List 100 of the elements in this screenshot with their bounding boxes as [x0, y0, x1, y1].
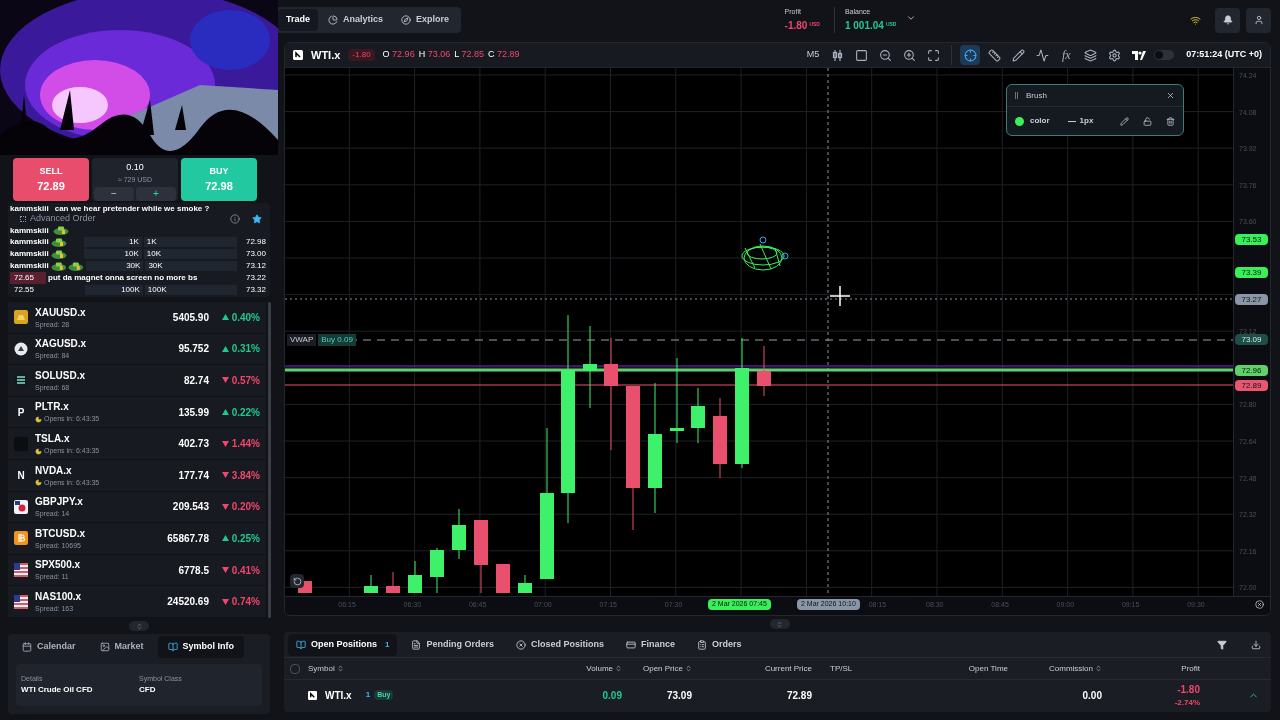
nav-tab[interactable]: Explore — [393, 9, 458, 31]
increment-button[interactable]: + — [136, 187, 176, 201]
nav-tab[interactable]: Analytics — [320, 9, 392, 31]
close-circle-icon[interactable] — [1255, 600, 1264, 609]
zigzag-icon — [1035, 48, 1049, 62]
symbol-price: 135.99 — [177, 405, 209, 420]
column-header[interactable]: Commission — [1008, 662, 1102, 675]
price-tag: 73.09 — [1235, 334, 1268, 345]
column-header[interactable]: Open Price — [622, 662, 692, 675]
bid-volume: 1K — [83, 237, 142, 247]
logo-icon — [1132, 50, 1147, 60]
positions-tab[interactable]: Orders — [689, 633, 750, 656]
fullscreen-icon — [926, 48, 940, 62]
symbol-price: 82.74 — [182, 374, 209, 388]
symbol-change: 0.57% — [231, 374, 260, 388]
ohlc-value: O 72.96 — [382, 48, 415, 62]
price-tag: 73.27 — [1235, 294, 1268, 305]
menu-icon — [20, 216, 26, 222]
ask-volume: 1K — [143, 237, 237, 247]
logo-letter: P — [16, 405, 26, 420]
position-label: Buy 0.09 — [318, 334, 356, 346]
advanced-order-link[interactable]: Advanced Order — [30, 212, 96, 226]
depth-price: 73.12 — [244, 260, 267, 272]
drag-handle-icon[interactable] — [1015, 92, 1018, 99]
depth-price: 72.55 — [13, 284, 36, 296]
account-button[interactable] — [1246, 7, 1271, 33]
emote-icon — [50, 237, 67, 247]
sort-icon — [1095, 665, 1102, 672]
info-icon[interactable] — [230, 214, 240, 224]
info-tab[interactable]: Market — [89, 636, 154, 658]
quantity-value[interactable]: 0.10 — [126, 161, 144, 175]
ohlc-value: C 72.89 — [487, 48, 520, 62]
edit-button[interactable] — [1120, 116, 1129, 126]
emote-icon — [50, 261, 67, 271]
scrollbar[interactable] — [268, 302, 271, 618]
ohlc-value: L 72.85 — [454, 48, 484, 62]
star-icon[interactable] — [252, 214, 262, 224]
document-icon — [411, 639, 422, 650]
logo-letter: N — [16, 468, 26, 483]
line-width-icon — [1067, 120, 1076, 122]
positions-tab[interactable]: Pending Orders — [403, 633, 502, 656]
depth-price: 73.22 — [244, 272, 267, 284]
resize-handle[interactable] — [129, 621, 149, 631]
positions-tab[interactable]: Closed Positions — [508, 633, 612, 656]
calendar-icon — [22, 642, 32, 652]
chat-message: kammskiii can we hear pretender while we smoke ? — [10, 203, 211, 213]
symbol-name: NAS100.x — [35, 589, 83, 604]
symbol-name: TSLA.x — [35, 431, 71, 446]
positions-tab[interactable]: Finance — [618, 633, 683, 656]
symbol-change: 0.25% — [231, 531, 260, 546]
sort-icon — [685, 665, 692, 672]
decrement-button[interactable]: − — [94, 187, 134, 201]
symbol-name: NVDA.x — [35, 463, 73, 478]
sell-button[interactable]: SELL 72.89 — [13, 158, 89, 201]
emote-icon — [50, 249, 67, 259]
clipboard-icon — [697, 639, 707, 650]
symbol-price: 5405.90 — [171, 310, 209, 325]
select-all-checkbox[interactable] — [290, 663, 300, 674]
layers-icon — [1083, 48, 1097, 62]
price-tag: 73.53 — [1235, 234, 1268, 245]
zoom-out-icon — [878, 48, 892, 62]
close-circle-icon — [516, 639, 526, 650]
line-width-label[interactable]: 1px — [1079, 115, 1094, 127]
wifi-icon — [1190, 14, 1201, 26]
download-icon[interactable] — [1251, 639, 1261, 650]
notifications-button[interactable] — [1215, 7, 1240, 33]
close-button[interactable] — [1166, 91, 1175, 100]
column-header[interactable]: Volume — [540, 662, 622, 675]
positions-tab[interactable]: Open Positions 1 — [288, 633, 398, 656]
info-tab[interactable]: Calendar — [12, 636, 86, 658]
info-tab[interactable]: Symbol Info — [157, 636, 245, 658]
bid-volume: 100K — [85, 285, 143, 295]
chat-username: kammskiii — [10, 224, 49, 237]
candle — [757, 345, 771, 397]
image-icon — [99, 642, 110, 652]
pie-chart-icon — [328, 15, 338, 25]
symbol-name: XAGUSD.x — [35, 337, 88, 352]
candle — [691, 387, 705, 444]
unlock-button[interactable] — [1143, 116, 1152, 126]
filter-icon[interactable] — [1217, 639, 1227, 650]
chat-username: kammskiii — [10, 236, 49, 248]
ruler-icon — [987, 48, 1001, 62]
delete-button[interactable] — [1166, 116, 1175, 126]
function-button[interactable]: fx — [1056, 45, 1077, 65]
bid-volume: 10K — [83, 249, 142, 259]
toggle-switch[interactable] — [1154, 50, 1175, 60]
price-tag: 72.96 — [1235, 365, 1268, 376]
candlestick-icon — [830, 48, 844, 62]
timeframe-button[interactable]: M5 — [806, 48, 820, 62]
candle — [496, 563, 510, 594]
reset-button[interactable] — [290, 574, 304, 588]
position-symbol: WTI.x — [325, 688, 352, 703]
color-label[interactable]: color — [1030, 115, 1050, 127]
depth-price: 73.32 — [244, 284, 267, 296]
column-header[interactable]: Symbol — [308, 662, 540, 675]
resize-handle[interactable] — [769, 619, 790, 629]
book-icon — [296, 639, 306, 650]
crosshair-button[interactable] — [960, 45, 981, 65]
symbol-price: 209.543 — [171, 500, 209, 515]
nav-tab[interactable]: Trade — [278, 9, 318, 31]
